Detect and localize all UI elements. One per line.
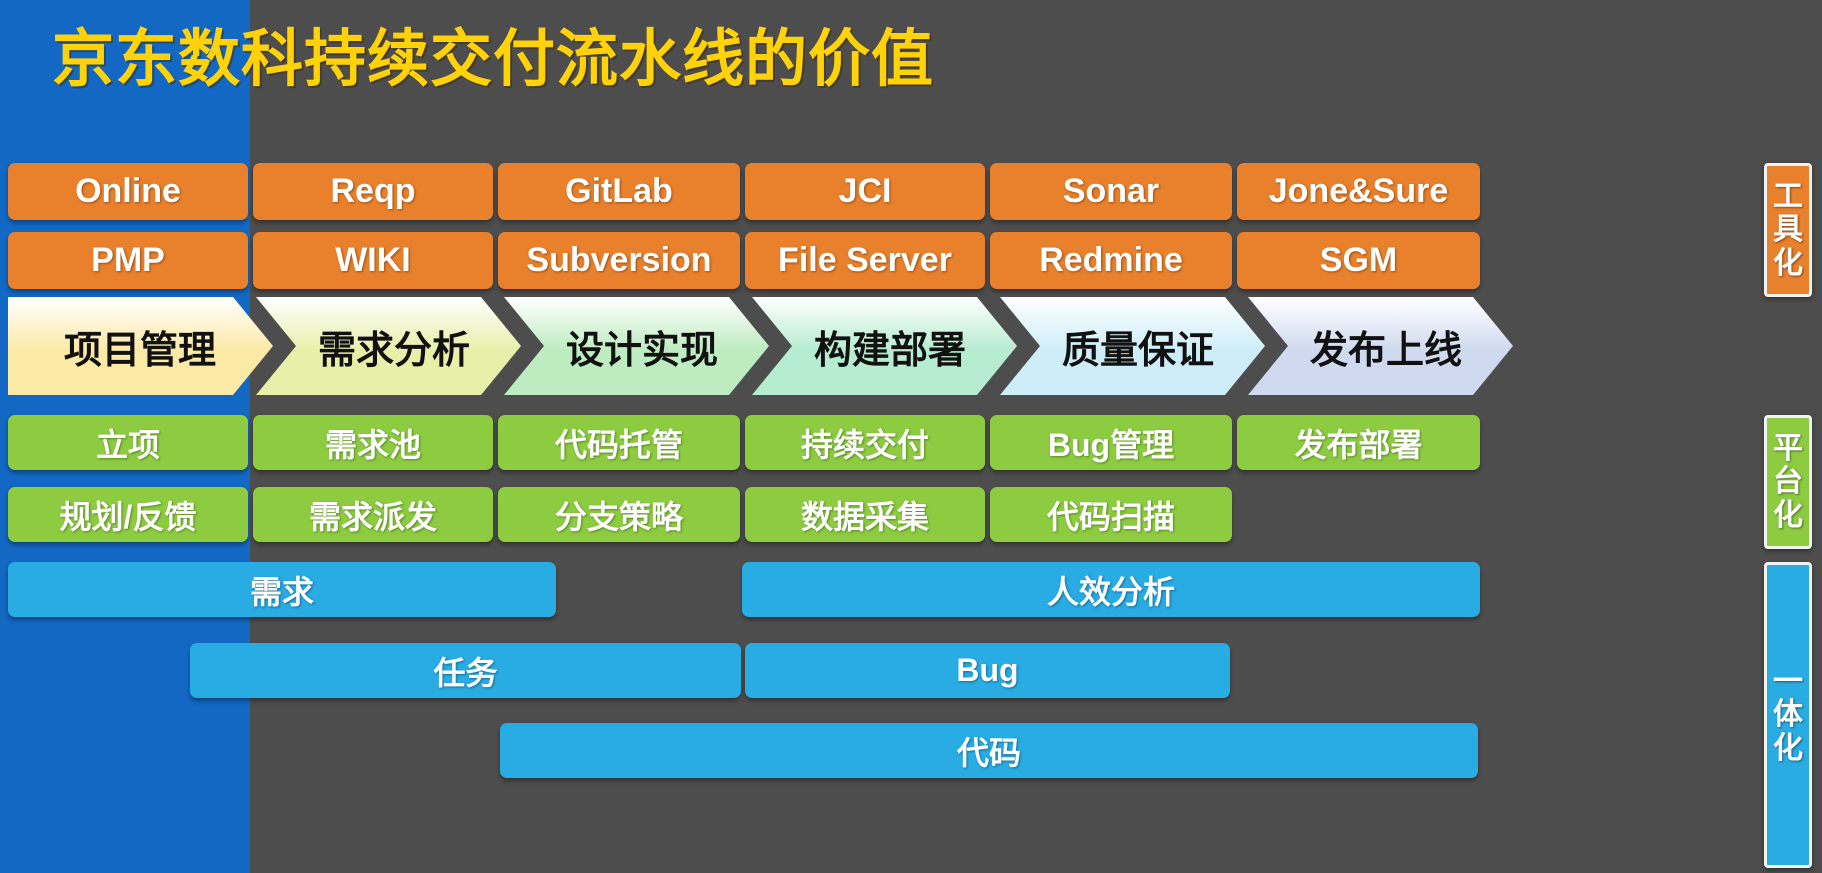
stage-chevron-label: 需求分析 <box>318 329 471 372</box>
platform-row-2-item[interactable]: 代码扫描 <box>990 487 1232 542</box>
tools-row-2-item[interactable]: PMP <box>8 232 248 289</box>
cell-label: 需求 <box>249 573 314 610</box>
side-label-char: 具 <box>1773 213 1803 247</box>
integration-row-2-item[interactable]: 任务 <box>190 643 741 698</box>
stage-chevron[interactable]: 发布上线 <box>1248 297 1513 395</box>
side-label-char: 体 <box>1773 698 1803 732</box>
cell-label: Subversion <box>526 241 712 279</box>
page-title: 京东数科持续交付流水线的价值 <box>52 25 935 94</box>
platform-row-1-item[interactable]: 持续交付 <box>745 415 985 470</box>
cell-label: Sonar <box>1062 172 1160 210</box>
side-label-char: 化 <box>1773 246 1803 280</box>
cell-label: Reqp <box>330 172 416 210</box>
platform-row-1-item[interactable]: Bug管理 <box>990 415 1232 470</box>
platform-row-1-item[interactable]: 代码托管 <box>498 415 740 470</box>
side-label-char: 平 <box>1773 431 1803 465</box>
cell-label: 需求池 <box>324 426 421 463</box>
integration-row-1-item[interactable]: 人效分析 <box>742 562 1480 617</box>
side-label-char: 一 <box>1773 664 1803 698</box>
cell-label: GitLab <box>565 172 673 210</box>
cell-label: 人效分析 <box>1046 573 1175 610</box>
cell-label: 代码 <box>956 734 1021 771</box>
stage-chevron-label: 构建部署 <box>814 329 967 372</box>
integration-row-2-item[interactable]: Bug <box>745 643 1230 698</box>
cell-label: File Server <box>778 241 952 279</box>
integration-row-1: 需求 人效分析 <box>0 562 1822 617</box>
tools-row-1-item[interactable]: JCI <box>745 163 985 220</box>
tools-row-2-item[interactable]: File Server <box>745 232 985 289</box>
cell-label: JCI <box>838 172 892 210</box>
stage-chevron-label: 质量保证 <box>1062 329 1215 372</box>
side-label-tools: 工具化 <box>1764 163 1812 297</box>
tools-row-2: PMP WIKI Subversion File Server Redmine SGM <box>0 232 1822 289</box>
platform-row-1-item[interactable]: 需求池 <box>253 415 493 470</box>
cell-label: 代码托管 <box>554 426 683 463</box>
cell-label: Bug管理 <box>1047 426 1175 463</box>
platform-row-1: 立项 需求池 代码托管 持续交付 Bug管理 发布部署 <box>0 415 1822 470</box>
cell-label: 分支策略 <box>554 498 683 535</box>
side-label-integration: 一体化 <box>1764 562 1812 868</box>
stage-chevron-label: 项目管理 <box>64 329 217 372</box>
platform-row-1-item[interactable]: 立项 <box>8 415 248 470</box>
platform-row-1-item[interactable]: 发布部署 <box>1237 415 1480 470</box>
side-label-char: 化 <box>1773 731 1803 765</box>
cell-label: 需求派发 <box>308 498 437 535</box>
cell-label: 立项 <box>95 426 160 463</box>
side-label-char: 化 <box>1773 498 1803 532</box>
stage-chevron-label: 设计实现 <box>566 329 719 372</box>
cell-label: PMP <box>91 241 165 279</box>
tools-row-1-item[interactable]: GitLab <box>498 163 740 220</box>
integration-row-2: 任务 Bug <box>0 643 1822 698</box>
platform-row-2: 规划/反馈 需求派发 分支策略 数据采集 代码扫描 <box>0 487 1822 542</box>
stage-chevron-row: 项目管理 需求分析 设计实现 构建部署 质量保证 发布上线 <box>8 297 1513 395</box>
tools-row-2-item[interactable]: Subversion <box>498 232 740 289</box>
cell-label: Jone&Sure <box>1268 172 1449 210</box>
cell-label: Online <box>75 172 181 210</box>
side-label-char: 工 <box>1773 179 1803 213</box>
tools-row-1-item[interactable]: Online <box>8 163 248 220</box>
tools-row-2-item[interactable]: Redmine <box>990 232 1232 289</box>
platform-row-2-item[interactable]: 分支策略 <box>498 487 740 542</box>
cell-label: 发布部署 <box>1294 426 1423 463</box>
cell-label: 持续交付 <box>800 426 929 463</box>
platform-row-2-item[interactable]: 规划/反馈 <box>8 487 248 542</box>
tools-row-1: Online Reqp GitLab JCI Sonar Jone&Sure <box>0 163 1822 220</box>
tools-row-2-item[interactable]: WIKI <box>253 232 493 289</box>
cell-label: 代码扫描 <box>1046 498 1175 535</box>
cell-label: 规划/反馈 <box>59 498 197 535</box>
tools-row-1-item[interactable]: Jone&Sure <box>1237 163 1480 220</box>
platform-row-2-item[interactable]: 需求派发 <box>253 487 493 542</box>
cell-label: Redmine <box>1039 241 1183 279</box>
side-label-char: 台 <box>1773 465 1803 499</box>
cell-label: 数据采集 <box>800 498 929 535</box>
integration-row-3-item[interactable]: 代码 <box>500 723 1478 778</box>
slide-canvas: 京东数科持续交付流水线的价值 Online Reqp GitLab JCI Sonar J… <box>0 0 1822 873</box>
side-label-platform: 平台化 <box>1764 415 1812 549</box>
integration-row-1-item[interactable]: 需求 <box>8 562 556 617</box>
cell-label: Bug <box>956 652 1019 688</box>
tools-row-2-item[interactable]: SGM <box>1237 232 1480 289</box>
cell-label: 任务 <box>433 654 498 691</box>
platform-row-2-item[interactable]: 数据采集 <box>745 487 985 542</box>
cell-label: WIKI <box>335 241 411 279</box>
cell-label: SGM <box>1319 241 1398 279</box>
tools-row-1-item[interactable]: Sonar <box>990 163 1232 220</box>
stage-chevron-label: 发布上线 <box>1310 329 1463 372</box>
integration-row-3: 代码 <box>0 723 1822 778</box>
tools-row-1-item[interactable]: Reqp <box>253 163 493 220</box>
